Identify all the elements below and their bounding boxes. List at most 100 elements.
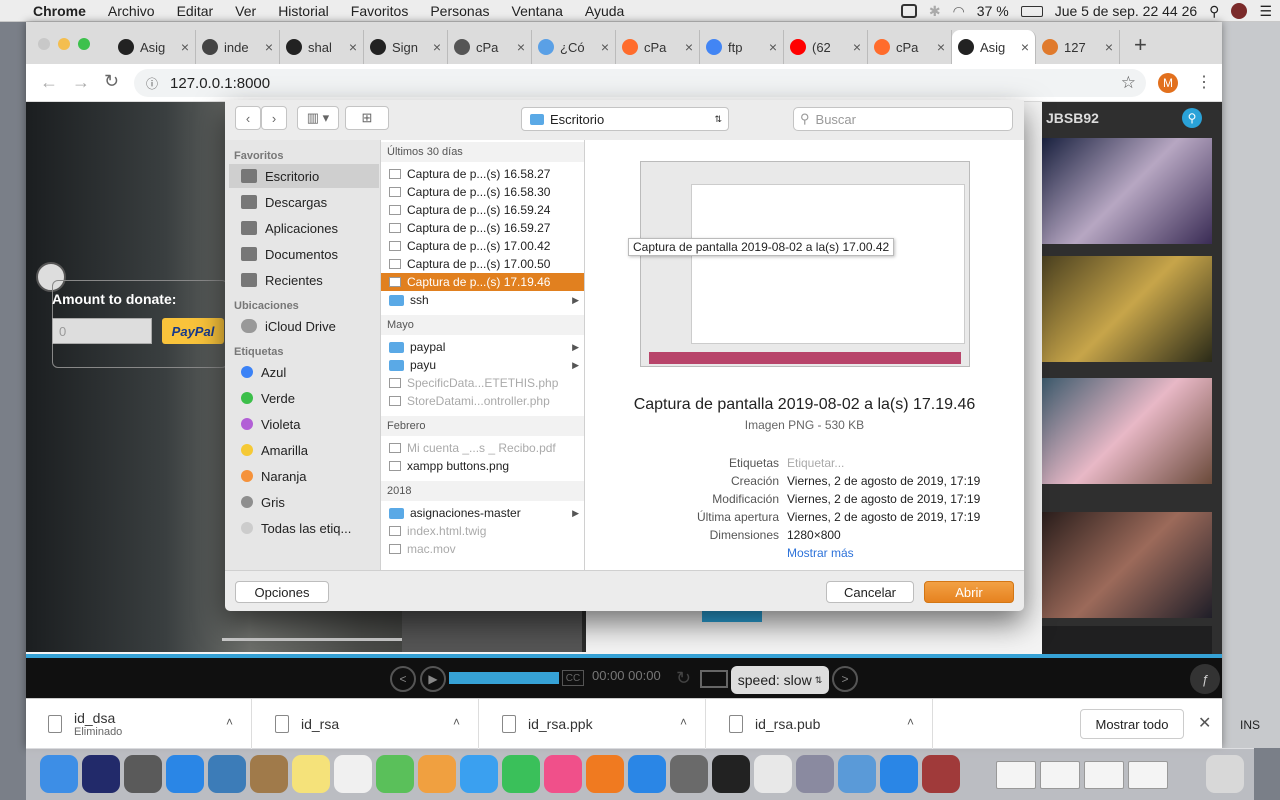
tab-close-icon[interactable]: × <box>265 39 273 55</box>
spotlight-search-icon[interactable]: ⚲ <box>1209 3 1219 20</box>
browser-tab[interactable]: Sign × <box>364 30 448 64</box>
sidebar-tag[interactable]: Gris <box>229 490 379 514</box>
video-thumbnail[interactable] <box>1042 256 1212 362</box>
video-thumbnail[interactable] <box>1042 138 1212 244</box>
sidebar-tag[interactable]: Amarilla <box>229 438 379 462</box>
file-row[interactable]: Mi cuenta _...s _ Recibo.pdf <box>381 439 584 457</box>
sidebar-item-documentos[interactable]: Documentos <box>229 242 379 266</box>
tab-close-icon[interactable]: × <box>601 39 609 55</box>
tab-close-icon[interactable]: × <box>937 39 945 55</box>
browser-tab[interactable]: ftp × <box>700 30 784 64</box>
menu-ventana[interactable]: Ventana <box>501 3 574 19</box>
file-row[interactable]: payu ▶ <box>381 356 584 374</box>
video-thumbnail[interactable] <box>1042 512 1212 618</box>
maps-icon[interactable] <box>376 755 414 793</box>
search-field[interactable]: ⚲ Buscar <box>793 107 1013 131</box>
browser-tab[interactable]: inde × <box>196 30 280 64</box>
dialog-forward-button[interactable]: › <box>261 106 287 130</box>
forward-icon[interactable]: → <box>72 72 90 93</box>
file-row[interactable]: Captura de p...(s) 17.19.46 <box>381 273 584 291</box>
next-icon[interactable]: > <box>832 666 858 692</box>
wifi-icon[interactable]: ◠ <box>953 3 965 20</box>
tab-close-icon[interactable]: × <box>769 39 777 55</box>
tab-close-icon[interactable]: × <box>1021 39 1029 55</box>
video-thumbnail[interactable] <box>1042 378 1212 484</box>
menu-editar[interactable]: Editar <box>166 3 225 19</box>
clock[interactable]: Jue 5 de sep. 22 44 26 <box>1055 3 1197 19</box>
minimized-window[interactable] <box>996 761 1036 789</box>
browser-tab[interactable]: cPa × <box>448 30 532 64</box>
cancel-button[interactable]: Cancelar <box>826 581 914 603</box>
menu-archivo[interactable]: Archivo <box>97 3 166 19</box>
books-icon[interactable] <box>586 755 624 793</box>
chevron-up-icon[interactable]: ˄ <box>226 715 233 729</box>
download-item[interactable]: id_rsa ˄ <box>253 699 479 749</box>
window-close-button[interactable] <box>38 38 50 50</box>
browser-tab[interactable]: ¿Có × <box>532 30 616 64</box>
file-row[interactable]: Captura de p...(s) 17.00.50 <box>381 255 584 273</box>
tab-close-icon[interactable]: × <box>517 39 525 55</box>
download-item[interactable]: id_rsa.pub ˄ <box>707 699 933 749</box>
download-item[interactable]: id_dsa Eliminado ˄ <box>26 699 252 749</box>
system-preferences-icon[interactable] <box>670 755 708 793</box>
progress-bar[interactable] <box>449 672 559 684</box>
browser-tab[interactable]: (62 × <box>784 30 868 64</box>
file-row[interactable]: Captura de p...(s) 17.00.42 <box>381 237 584 255</box>
browser-tab[interactable]: Asig × <box>952 30 1036 64</box>
photos-icon[interactable] <box>418 755 456 793</box>
minimized-window[interactable] <box>1040 761 1080 789</box>
file-row[interactable]: StoreDatami...ontroller.php <box>381 392 584 410</box>
preview-icon[interactable] <box>208 755 246 793</box>
reminders-icon[interactable] <box>334 755 372 793</box>
window-zoom-button[interactable] <box>78 38 90 50</box>
trash-icon[interactable] <box>1206 755 1244 793</box>
utilities-icon[interactable] <box>796 755 834 793</box>
sidebar-tag[interactable]: Todas las etiq... <box>229 516 379 540</box>
file-row[interactable]: paypal ▶ <box>381 338 584 356</box>
browser-tab[interactable]: 127 × <box>1036 30 1120 64</box>
sidebar-search-icon[interactable]: ⚲ <box>1182 108 1202 128</box>
file-row[interactable]: SpecificData...ETETHIS.php <box>381 374 584 392</box>
tab-close-icon[interactable]: × <box>181 39 189 55</box>
paypal-button[interactable]: PayPal <box>162 318 224 344</box>
menu-historial[interactable]: Historial <box>267 3 340 19</box>
file-row[interactable]: Captura de p...(s) 16.59.27 <box>381 219 584 237</box>
siri-icon[interactable] <box>82 755 120 793</box>
chrome-icon[interactable] <box>754 755 792 793</box>
facetime-icon[interactable] <box>502 755 540 793</box>
menu-favoritos[interactable]: Favoritos <box>340 3 420 19</box>
file-row[interactable]: xampp buttons.png <box>381 457 584 475</box>
teamviewer-icon[interactable] <box>880 755 918 793</box>
menu-ayuda[interactable]: Ayuda <box>574 3 635 19</box>
browser-tab[interactable]: Asig × <box>112 30 196 64</box>
browser-tab[interactable]: cPa × <box>616 30 700 64</box>
chrome-menu-icon[interactable]: ⋮ <box>1196 72 1212 92</box>
contacts-icon[interactable] <box>250 755 288 793</box>
file-row[interactable]: Captura de p...(s) 16.58.27 <box>381 165 584 183</box>
address-bar[interactable]: ⓘ 127.0.0.1:8000 ☆ <box>134 69 1146 97</box>
sidebar-tag[interactable]: Verde <box>229 386 379 410</box>
tab-close-icon[interactable]: × <box>349 39 357 55</box>
show-all-downloads-button[interactable]: Mostrar todo <box>1080 709 1184 739</box>
app-store-icon[interactable] <box>628 755 666 793</box>
file-row[interactable]: index.html.twig <box>381 522 584 540</box>
battery-icon[interactable] <box>1020 5 1043 17</box>
tab-close-icon[interactable]: × <box>853 39 861 55</box>
finder-icon[interactable] <box>40 755 78 793</box>
sidebar-item-escritorio[interactable]: Escritorio <box>229 164 379 188</box>
browser-tab[interactable]: shal × <box>280 30 364 64</box>
new-folder-button[interactable]: ⊞ <box>345 106 389 130</box>
sidebar-tag[interactable]: Naranja <box>229 464 379 488</box>
tab-close-icon[interactable]: × <box>433 39 441 55</box>
bookmark-star-icon[interactable]: ☆ <box>1121 73 1136 93</box>
meta-value[interactable]: Etiquetar... <box>787 456 844 470</box>
safari-icon[interactable] <box>166 755 204 793</box>
file-row[interactable]: Captura de p...(s) 16.58.30 <box>381 183 584 201</box>
sidebar-tag[interactable]: Violeta <box>229 412 379 436</box>
bluetooth-icon[interactable]: ✱ <box>929 3 941 20</box>
new-tab-button[interactable]: + <box>1120 32 1161 64</box>
donate-amount-input[interactable] <box>52 318 152 344</box>
menu-personas[interactable]: Personas <box>419 3 500 19</box>
close-downloads-icon[interactable]: ✕ <box>1198 713 1211 733</box>
show-more-link[interactable]: Mostrar más <box>787 546 854 560</box>
